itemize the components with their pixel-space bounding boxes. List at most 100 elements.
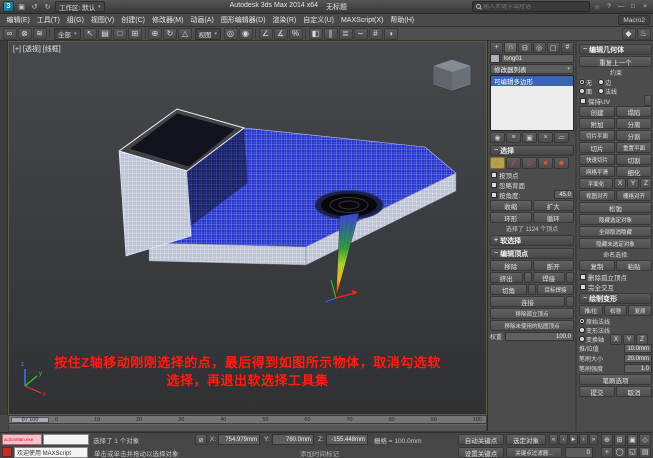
use-pivot-icon[interactable]: ◎: [224, 28, 238, 40]
snap-toggle-icon[interactable]: ∠: [259, 28, 273, 40]
undo-button[interactable]: ↺: [29, 1, 40, 12]
planar-z-button[interactable]: Z: [640, 178, 652, 189]
select-link-icon[interactable]: ∞: [3, 28, 17, 40]
preserve-uv-checkbox[interactable]: [580, 98, 586, 104]
selection-filter-dropdown[interactable]: 全部: [54, 28, 81, 40]
ignore-backfacing-checkbox[interactable]: [491, 182, 497, 188]
object-color-swatch[interactable]: [490, 54, 500, 63]
loop-button[interactable]: 循环: [533, 212, 575, 223]
polygon-subobj-button[interactable]: ■: [538, 157, 553, 169]
constraint-face-radio[interactable]: [579, 88, 585, 94]
maxscript-listener-icon[interactable]: [2, 447, 12, 457]
remove-unused-map-verts-button[interactable]: 移除未使用的贴图顶点: [490, 320, 574, 331]
select-object-icon[interactable]: ↖: [83, 28, 97, 40]
menu-edit[interactable]: 编辑(E): [3, 15, 33, 25]
paint-axis-x-button[interactable]: X: [610, 334, 622, 345]
unhide-all-button[interactable]: 全部取消隐藏: [579, 226, 652, 237]
paint-relax-button[interactable]: 松弛: [604, 305, 628, 316]
constraint-none-radio[interactable]: [579, 79, 585, 85]
utilities-tab[interactable]: #: [561, 42, 574, 53]
preserve-uv-settings-button[interactable]: [644, 95, 652, 106]
vertex-subobj-button[interactable]: ∴: [490, 157, 505, 169]
make-unique-button[interactable]: ▣: [522, 132, 537, 143]
app-logo-icon[interactable]: 3: [3, 1, 14, 12]
mirror-icon[interactable]: ◧: [309, 28, 323, 40]
transform-axis-radio[interactable]: [579, 336, 585, 342]
collapse-button[interactable]: 塌陷: [616, 106, 652, 117]
cut-button[interactable]: 切割: [616, 154, 652, 165]
chamfer-button[interactable]: 切角: [490, 284, 527, 295]
menu-views[interactable]: 视图(V): [87, 15, 117, 25]
quickslice-button[interactable]: 快速切片: [579, 154, 615, 165]
full-interactivity-checkbox[interactable]: [580, 284, 586, 290]
border-subobj-button[interactable]: ◇: [522, 157, 537, 169]
select-rotate-icon[interactable]: ↻: [163, 28, 177, 40]
brush-options-button[interactable]: 笔刷选项: [579, 374, 652, 385]
edge-subobj-button[interactable]: ╱: [506, 157, 521, 169]
minimize-button[interactable]: —: [616, 2, 626, 12]
display-tab[interactable]: ▢: [547, 42, 560, 53]
menu-customize[interactable]: 自定义(U): [300, 15, 338, 25]
paste-named-selection-button[interactable]: 粘贴: [616, 260, 652, 271]
remove-button[interactable]: 移除: [490, 260, 532, 271]
play-button[interactable]: ►: [569, 434, 578, 445]
tessellate-button[interactable]: 细化: [616, 166, 652, 177]
constraint-edge-radio[interactable]: [598, 79, 604, 85]
orbit-icon[interactable]: ◯: [614, 447, 626, 458]
hide-unselected-button[interactable]: 隐藏未选定对象: [579, 238, 652, 249]
coord-x-field[interactable]: 754.979mm: [218, 434, 260, 445]
pan-icon[interactable]: +: [601, 447, 613, 458]
configure-modifier-sets-button[interactable]: ≔: [554, 132, 569, 143]
break-button[interactable]: 断开: [533, 260, 575, 271]
close-button[interactable]: ×: [640, 2, 650, 12]
listener-line[interactable]: [43, 434, 89, 445]
material-editor-icon[interactable]: ◑: [384, 28, 398, 40]
favorites-icon[interactable]: ☆: [592, 2, 602, 12]
current-time-field[interactable]: 0: [565, 447, 593, 458]
detach-button[interactable]: 分离: [616, 118, 652, 129]
menu-rendering[interactable]: 渲染(R): [269, 15, 300, 25]
motion-tab[interactable]: ◎: [533, 42, 546, 53]
zoom-all-icon[interactable]: ⊞: [614, 434, 626, 446]
modifier-stack[interactable]: 可编辑多边形: [490, 75, 574, 131]
transform-gizmo[interactable]: [325, 280, 358, 302]
revert-button[interactable]: 复原: [628, 305, 652, 316]
fov-icon[interactable]: ◇: [639, 434, 651, 446]
render-setup-icon[interactable]: ◆: [622, 28, 636, 40]
add-time-tag[interactable]: 添加时间标记: [300, 447, 372, 458]
by-vertex-checkbox[interactable]: [491, 172, 497, 178]
weight-field[interactable]: 100.0: [505, 332, 574, 341]
bind-spacewarp-icon[interactable]: ≋: [33, 28, 47, 40]
chamfer-settings-button[interactable]: [528, 284, 536, 295]
edit-geometry-rollout-header[interactable]: 编辑几何体: [579, 44, 652, 55]
redo-button[interactable]: ↻: [42, 1, 53, 12]
menu-modifiers[interactable]: 修改器(M): [148, 15, 187, 25]
show-end-result-button[interactable]: ≡: [506, 132, 521, 143]
meshsmooth-button[interactable]: 网格平滑: [579, 166, 615, 177]
hierarchy-tab[interactable]: ⊟: [518, 42, 531, 53]
paint-axis-y-button[interactable]: Y: [623, 334, 635, 345]
target-weld-button[interactable]: 目标焊接: [537, 284, 574, 295]
search-box[interactable]: [472, 1, 590, 12]
zoom-region-icon[interactable]: ▤: [639, 447, 651, 458]
auto-key-button[interactable]: 自动关键点: [458, 434, 504, 445]
selection-lock-toggle[interactable]: ⊘: [195, 434, 207, 445]
layer-manager-icon[interactable]: ≣: [339, 28, 353, 40]
perspective-viewport[interactable]: x y z [+] [透视] [线框] 按住Z轴移动刚刚选择的点，最后得到如图所…: [8, 41, 487, 415]
select-manipulate-icon[interactable]: ◉: [239, 28, 253, 40]
reference-coordinate-dropdown[interactable]: 视图: [195, 28, 222, 40]
remove-modifier-button[interactable]: ×: [538, 132, 553, 143]
weld-settings-button[interactable]: [566, 272, 574, 283]
planar-y-button[interactable]: Y: [627, 178, 639, 189]
split-button[interactable]: 分割: [616, 130, 652, 141]
commit-button[interactable]: 提交: [579, 386, 615, 397]
connect-settings-button[interactable]: [566, 296, 574, 307]
extrude-button[interactable]: 挤出: [490, 272, 523, 283]
track-bar[interactable]: [8, 424, 487, 432]
brush-size-field[interactable]: 20.0mm: [624, 354, 652, 363]
editable-poly-mesh[interactable]: [119, 109, 456, 265]
select-scale-icon[interactable]: △: [178, 28, 192, 40]
go-end-button[interactable]: »: [589, 434, 598, 445]
percent-snap-icon[interactable]: %: [289, 28, 303, 40]
constraint-normal-radio[interactable]: [598, 88, 604, 94]
